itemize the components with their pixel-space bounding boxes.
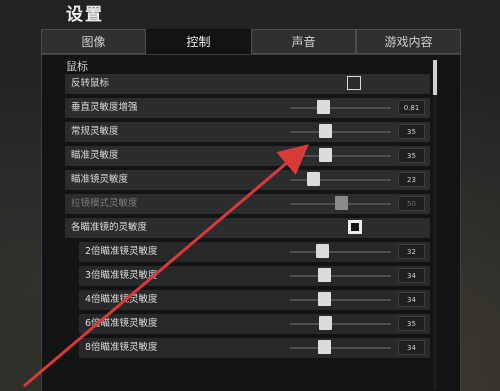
annotation-arrow-line — [23, 144, 309, 388]
annotation-arrow — [23, 144, 309, 388]
